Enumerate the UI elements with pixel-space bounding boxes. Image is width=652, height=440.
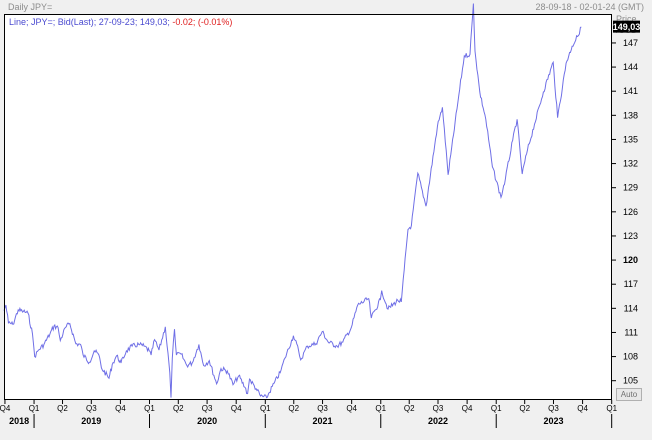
x-quarter-label: Q3 [548,404,559,413]
legend-series-info: Line; JPY=; Bid(Last); 27-09-23; 149,03; [9,17,170,27]
price-chart: 105 108 111 114 117 120 123 126 129 132 135 138 141 1… [0,3,641,428]
last-value-label: 149,03 [613,22,641,32]
x-quarter-label: Q1 [491,404,502,413]
legend-change: -0.02; (-0.01%) [172,17,233,27]
x-quarter-label: Q2 [404,404,415,413]
x-year-label: 2023 [543,416,563,426]
y-tick-label: 147 [623,38,638,48]
y-tick-label: 117 [624,279,638,289]
x-year-label: 2021 [313,416,333,426]
y-tick-label: 108 [623,352,638,362]
x-quarter-label: Q2 [173,404,184,413]
x-quarter-label: Q1 [29,404,40,413]
y-tick-label: 138 [623,110,638,120]
x-quarter-label: Q2 [519,404,530,413]
x-quarter-label: Q1 [375,404,386,413]
x-year-label: 2022 [428,416,448,426]
x-year-label: 2018 [9,416,29,426]
x-quarter-label: Q4 [577,404,588,413]
y-tick-label: 135 [623,134,638,144]
x-quarter-label: Q2 [57,404,68,413]
y-tick-label: 120 [623,255,638,265]
x-axis: Q4 Q1 Q2 Q3 Q4 Q1 Q2 Q3 Q4 Q1 Q2 Q3 Q4 Q1 Q2 Q3 Q4 Q1 Q2 Q3… [0,400,618,428]
x-quarter-label: Q4 [231,404,242,413]
y-tick-label: 126 [623,207,638,217]
y-axis: 105 108 111 114 117 120 123 126 129 132 135 138 141 1… [612,38,638,386]
y-tick-label: 129 [623,183,638,193]
x-quarter-label: Q1 [606,404,617,413]
x-quarter-label: Q1 [144,404,155,413]
last-value-marker: 149,03 [613,20,641,33]
y-tick-label: 141 [623,86,638,96]
x-quarter-label: Q3 [202,404,213,413]
auto-scale-button[interactable]: Auto [616,388,642,401]
x-year-label: 2019 [81,416,101,426]
x-quarter-label: Q4 [346,404,357,413]
y-tick-label: 105 [623,376,638,386]
x-quarter-label: Q3 [86,404,97,413]
x-quarter-label: Q4 [0,404,11,413]
plot-area [4,14,612,400]
x-quarter-label: Q4 [115,404,126,413]
x-quarter-label: Q2 [288,404,299,413]
y-tick-label: 111 [624,327,638,337]
chart-root: Daily JPY= 28-09-18 - 02-01-24 (GMT) Pri… [0,0,652,440]
y-tick-label: 123 [623,231,638,241]
x-quarter-label: Q3 [317,404,328,413]
y-tick-label: 114 [624,303,638,313]
y-tick-label: 144 [623,62,638,72]
x-year-label: 2020 [197,416,217,426]
legend: Line; JPY=; Bid(Last); 27-09-23; 149,03;… [9,17,232,27]
y-tick-label: 132 [623,159,638,169]
x-quarter-label: Q3 [433,404,444,413]
x-quarter-label: Q4 [462,404,473,413]
x-quarter-label: Q1 [260,404,271,413]
